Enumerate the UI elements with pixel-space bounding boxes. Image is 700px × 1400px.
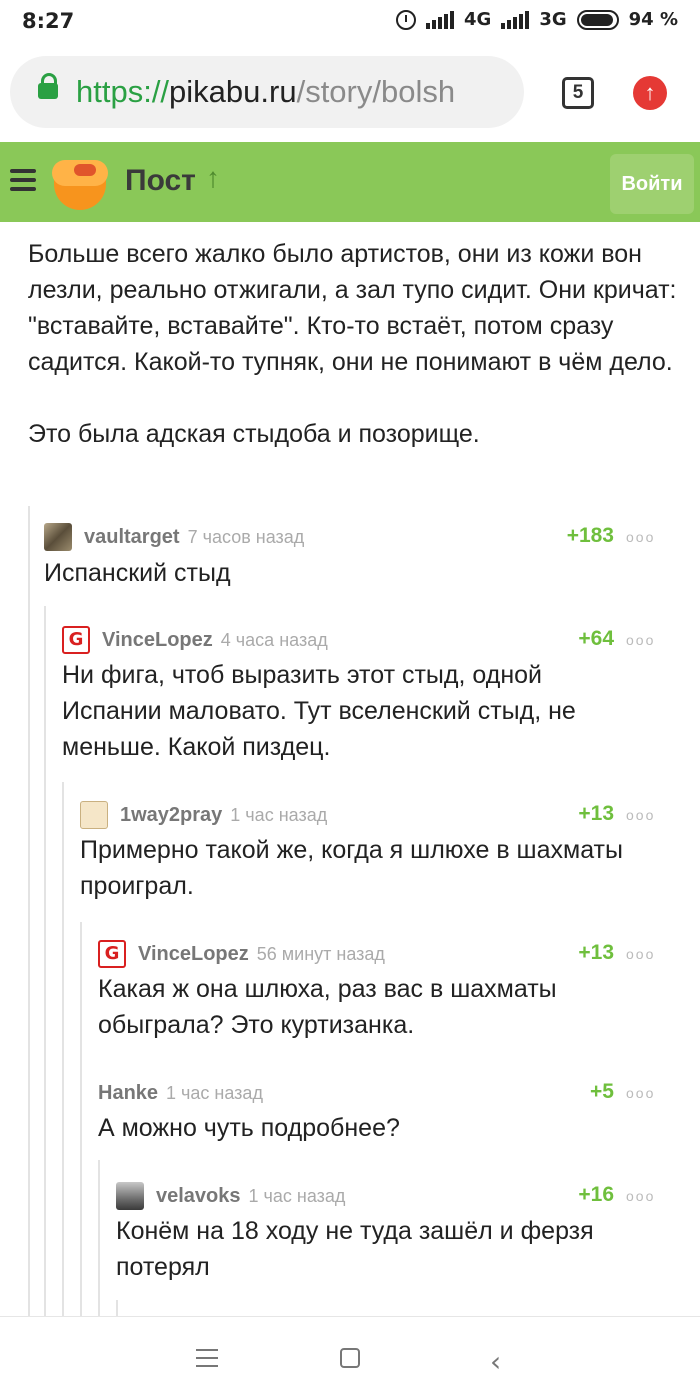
url-scheme: https:// — [76, 74, 170, 109]
avatar[interactable] — [80, 801, 108, 829]
thread-line[interactable] — [28, 506, 30, 1316]
tab-switcher-button[interactable]: 5 — [562, 77, 594, 109]
comment-rating: +5 — [590, 1080, 614, 1103]
signal-icon — [426, 10, 455, 29]
comment-header: G VinceLopez 4 часа назад — [62, 625, 328, 655]
pikabu-logo[interactable] — [50, 152, 110, 212]
more-options-icon[interactable]: ooo — [626, 807, 655, 823]
comment-username[interactable]: 1way2pray — [120, 804, 222, 827]
url-text[interactable]: https://pikabu.ru/story/bolsh — [76, 74, 455, 110]
comment-text: Ни фига, чтоб выразить этот стыд, одной … — [62, 661, 576, 761]
more-options-icon[interactable]: ooo — [626, 1085, 655, 1101]
comment-username[interactable]: Hanke — [98, 1082, 158, 1105]
comment-header: velavoks 1 час назад — [116, 1181, 345, 1211]
thread-line[interactable] — [80, 922, 82, 1316]
thread-line[interactable] — [116, 1300, 118, 1316]
browser-toolbar: https://pikabu.ru/story/bolsh 5 ↑ — [0, 44, 700, 142]
avatar[interactable]: G — [62, 626, 90, 654]
comment-time: 1 час назад — [166, 1082, 263, 1103]
system-nav-bar: ‹ — [0, 1316, 700, 1400]
thread-line[interactable] — [62, 782, 64, 1316]
comment-text: Какая ж она шлюха, раз вас в шахматы обы… — [98, 975, 557, 1039]
more-options-icon[interactable]: ooo — [626, 529, 655, 545]
lock-icon — [38, 73, 58, 99]
comment-time: 4 часа назад — [220, 629, 328, 650]
comment-time: 7 часов назад — [187, 526, 305, 547]
comment-text: Испанский стыд — [44, 559, 231, 587]
comment-username[interactable]: vaultarget — [84, 526, 180, 549]
address-bar[interactable]: https://pikabu.ru/story/bolsh — [10, 56, 524, 128]
more-options-icon[interactable]: ooo — [626, 946, 655, 962]
more-options-icon[interactable]: ooo — [626, 1188, 655, 1204]
thread-line[interactable] — [44, 606, 46, 1316]
comment-rating: +16 — [578, 1183, 614, 1206]
comment-rating: +13 — [578, 941, 614, 964]
comment-time: 56 минут назад — [256, 943, 385, 964]
comment-text: Конём на 18 ходу не туда зашёл и ферзя п… — [116, 1217, 594, 1281]
back-icon[interactable]: ‹ — [490, 1345, 501, 1378]
status-time: 8:27 — [22, 9, 75, 33]
signal-icon-2 — [501, 10, 530, 29]
login-button[interactable]: Войти — [610, 154, 694, 214]
status-bar: 8:27 4G 3G 94 % — [0, 0, 700, 44]
url-host: pikabu.ru — [169, 74, 297, 109]
post-paragraph: Это была адская стыдоба и позорище. — [28, 420, 480, 448]
comment-header: Hanke 1 час назад — [98, 1078, 263, 1108]
network-label-2: 3G — [539, 9, 567, 30]
comment-text: А можно чуть подробнее? — [98, 1114, 400, 1142]
avatar[interactable] — [116, 1182, 144, 1210]
home-icon[interactable] — [340, 1348, 360, 1368]
site-header: Пост ↑ Войти — [0, 142, 700, 222]
recent-apps-icon[interactable] — [196, 1349, 218, 1367]
comment-rating: +183 — [566, 524, 614, 547]
comment-rating: +64 — [578, 627, 614, 650]
upload-icon[interactable]: ↑ — [633, 76, 667, 110]
arrow-up-icon[interactable]: ↑ — [206, 162, 220, 194]
url-path: /story/bolsh — [296, 74, 456, 109]
menu-icon[interactable] — [10, 169, 36, 191]
network-label-1: 4G — [464, 9, 492, 30]
comment-username[interactable]: VinceLopez — [138, 943, 249, 966]
status-icons: 4G 3G 94 % — [396, 9, 678, 30]
alarm-icon — [396, 9, 417, 30]
comment-time: 1 час назад — [230, 804, 328, 825]
avatar[interactable] — [44, 523, 72, 551]
post-paragraph: Больше всего жалко было артистов, они из… — [28, 240, 677, 376]
battery-percent: 94 % — [628, 9, 678, 30]
comment-time: 1 час назад — [248, 1185, 346, 1206]
comment-header: 1way2pray 1 час назад — [80, 800, 327, 830]
more-options-icon[interactable]: ooo — [626, 632, 655, 648]
comment-header: G VinceLopez 56 минут назад — [98, 939, 385, 969]
page-title: Пост — [125, 164, 196, 197]
comment-username[interactable]: velavoks — [156, 1185, 241, 1208]
avatar[interactable]: G — [98, 940, 126, 968]
comment-rating: +13 — [578, 802, 614, 825]
thread-line[interactable] — [98, 1160, 100, 1316]
battery-icon — [576, 9, 619, 30]
comment-text: Примерно такой же, когда я шлюхе в шахма… — [80, 836, 623, 900]
comment-username[interactable]: VinceLopez — [102, 629, 213, 652]
post-body: Больше всего жалко было артистов, они из… — [28, 236, 678, 488]
comment-header: vaultarget 7 часов назад — [44, 522, 304, 552]
